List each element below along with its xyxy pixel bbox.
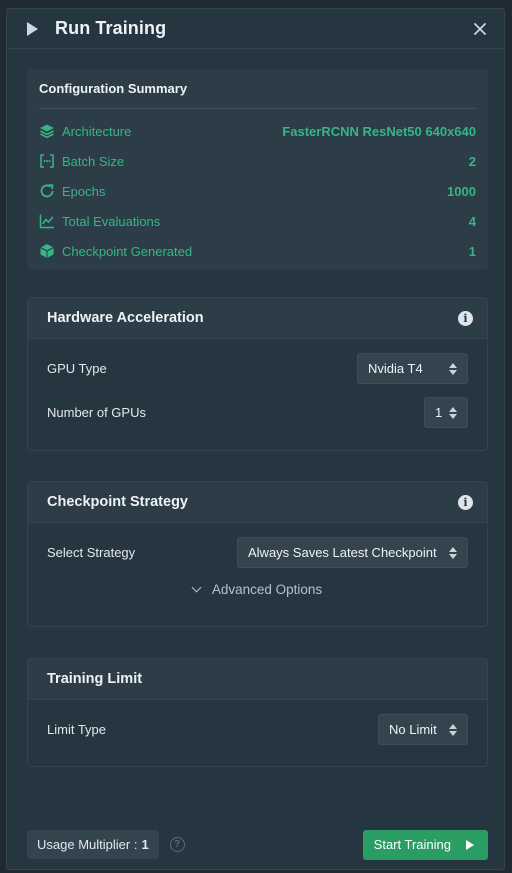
strategy-select[interactable]: Always Saves Latest Checkpoint <box>237 537 468 568</box>
start-training-label: Start Training <box>373 837 451 852</box>
advanced-options-toggle[interactable]: Advanced Options <box>28 576 487 602</box>
panel-title: Run Training <box>55 18 167 38</box>
strategy-row: Select Strategy Always Saves Latest Chec… <box>28 537 487 568</box>
summary-row-checkpoint-generated: Checkpoint Generated 1 <box>39 236 476 266</box>
card-header: Hardware Acceleration i <box>28 298 487 339</box>
summary-value: FasterRCNN ResNet50 640x640 <box>282 123 476 139</box>
summary-label: Epochs <box>62 183 106 199</box>
gpu-count-value: 1 <box>435 405 443 420</box>
gpu-count-label: Number of GPUs <box>47 405 146 420</box>
training-limit-card: Training Limit Limit Type No Limit <box>27 658 488 767</box>
card-header: Checkpoint Strategy i <box>28 482 487 523</box>
gpu-type-row: GPU Type Nvidia T4 <box>28 353 487 384</box>
limit-type-label: Limit Type <box>47 722 107 737</box>
usage-multiplier-label: Usage Multiplier : <box>37 837 138 852</box>
advanced-options-label: Advanced Options <box>211 581 323 597</box>
gpu-type-select[interactable]: Nvidia T4 <box>357 353 468 384</box>
help-icon[interactable]: ? <box>169 837 185 852</box>
limit-type-value: No Limit <box>389 722 437 737</box>
panel-footer: Usage Multiplier : 1 ? Start Training <box>27 829 488 860</box>
summary-value: 1 <box>468 243 476 259</box>
summary-value: 4 <box>468 213 476 229</box>
limit-type-row: Limit Type No Limit <box>28 714 487 745</box>
summary-row-batch-size: Batch Size 2 <box>39 146 476 176</box>
summary-value: 1000 <box>447 183 476 199</box>
sort-caret-icon <box>449 723 457 736</box>
gpu-type-label: GPU Type <box>47 361 107 376</box>
chevron-down-icon <box>191 582 202 592</box>
play-icon <box>27 21 38 36</box>
checkpoint-strategy-card: Checkpoint Strategy i Select Strategy Al… <box>27 481 488 627</box>
sort-caret-icon <box>449 362 457 375</box>
summary-row-epochs: Epochs 1000 <box>39 176 476 206</box>
info-icon[interactable]: i <box>458 310 473 326</box>
summary-label: Architecture <box>62 123 132 139</box>
summary-title: Configuration Summary <box>39 69 476 109</box>
chart-line-icon <box>39 213 55 229</box>
hardware-acceleration-card: Hardware Acceleration i GPU Type Nvidia … <box>27 297 488 451</box>
play-icon <box>466 839 474 850</box>
summary-label: Total Evaluations <box>62 213 161 229</box>
card-header: Training Limit <box>28 659 487 700</box>
summary-label: Batch Size <box>62 153 125 169</box>
gpu-count-select[interactable]: 1 <box>424 397 468 428</box>
gpu-count-row: Number of GPUs 1 <box>28 397 487 428</box>
usage-multiplier-badge: Usage Multiplier : 1 <box>27 830 159 859</box>
limit-type-select[interactable]: No Limit <box>378 714 468 745</box>
close-button[interactable] <box>468 17 492 41</box>
start-training-button[interactable]: Start Training <box>362 829 488 860</box>
gpu-type-value: Nvidia T4 <box>368 361 423 376</box>
summary-label: Checkpoint Generated <box>62 243 193 259</box>
summary-value: 2 <box>468 153 476 169</box>
configuration-summary: Configuration Summary Architecture Faste… <box>27 69 488 270</box>
strategy-label: Select Strategy <box>47 545 136 560</box>
card-title: Hardware Acceleration <box>47 310 204 326</box>
info-icon[interactable]: i <box>458 494 473 510</box>
card-title: Training Limit <box>47 671 143 687</box>
close-icon <box>474 22 486 35</box>
sort-caret-icon <box>449 406 457 419</box>
summary-row-architecture: Architecture FasterRCNN ResNet50 640x640 <box>39 116 476 146</box>
sort-caret-icon <box>449 546 457 559</box>
bracket-dots-icon <box>39 153 55 169</box>
card-title: Checkpoint Strategy <box>47 494 188 510</box>
run-training-panel: Run Training Configuration Summary Archi… <box>6 8 505 870</box>
cube-icon <box>39 243 55 259</box>
strategy-value: Always Saves Latest Checkpoint <box>248 545 437 560</box>
usage-multiplier-value: 1 <box>141 837 149 852</box>
refresh-icon <box>39 183 55 199</box>
panel-header: Run Training <box>7 9 504 49</box>
summary-row-total-evaluations: Total Evaluations 4 <box>39 206 476 236</box>
layers-icon <box>39 123 55 139</box>
